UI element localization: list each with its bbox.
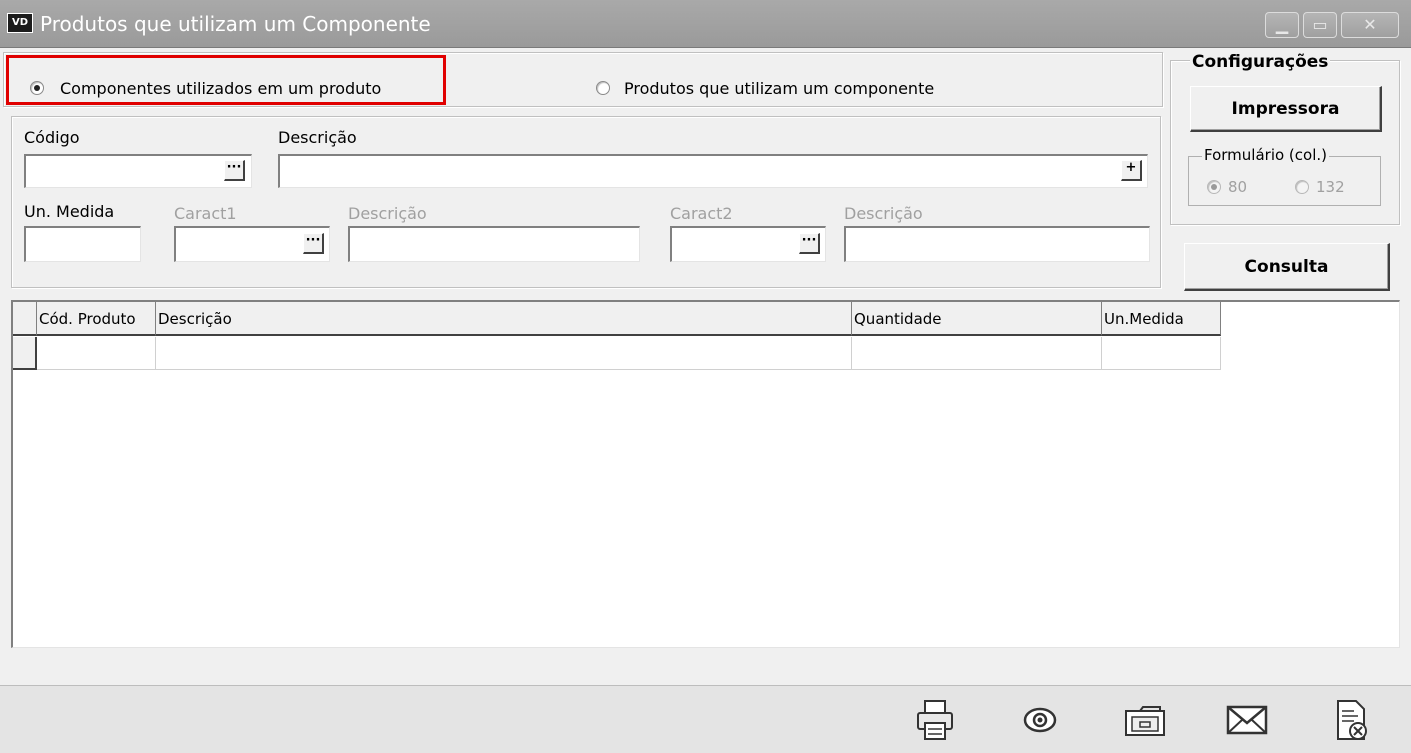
caract2-lookup-button[interactable]: ··· bbox=[799, 233, 820, 254]
caract1-lookup-button[interactable]: ··· bbox=[303, 233, 324, 254]
folder-icon bbox=[1125, 706, 1165, 736]
impressora-button-label: Impressora bbox=[1231, 99, 1340, 119]
consulta-button-label: Consulta bbox=[1244, 257, 1329, 277]
highlight-annotation bbox=[6, 55, 446, 105]
close-screen-button[interactable] bbox=[1326, 695, 1376, 745]
close-icon: ✕ bbox=[1363, 15, 1377, 34]
caract1-label: Caract1 bbox=[174, 204, 237, 223]
grid-header-cod-produto[interactable]: Cód. Produto bbox=[37, 302, 156, 336]
radio-produtos-que-utilizam[interactable] bbox=[596, 81, 610, 95]
codigo-label: Código bbox=[24, 128, 80, 147]
radio-132-label: 132 bbox=[1316, 178, 1345, 196]
caract2-label: Caract2 bbox=[670, 204, 733, 223]
un-medida-field[interactable] bbox=[24, 226, 141, 262]
radio-132-columns[interactable] bbox=[1295, 180, 1309, 194]
minimize-icon: ▁ bbox=[1275, 15, 1289, 34]
radio-80-columns[interactable] bbox=[1207, 180, 1221, 194]
grid-cell-quantidade[interactable] bbox=[852, 337, 1102, 370]
close-window-button[interactable]: ✕ bbox=[1341, 12, 1399, 38]
maximize-button[interactable]: ▭ bbox=[1303, 12, 1337, 38]
app-icon: VD bbox=[7, 13, 33, 33]
grid-header-quantidade[interactable]: Quantidade bbox=[852, 302, 1102, 336]
caract2-descricao-field[interactable] bbox=[844, 226, 1150, 262]
caract2-descricao-label: Descrição bbox=[844, 204, 923, 223]
preview-button[interactable] bbox=[1015, 695, 1065, 745]
window-title: Produtos que utilizam um Componente bbox=[40, 12, 431, 36]
printer-icon bbox=[917, 700, 953, 740]
radio-80-label: 80 bbox=[1228, 178, 1248, 196]
descricao-add-button[interactable]: + bbox=[1121, 160, 1142, 181]
radio-produtos-que-utilizam-label[interactable]: Produtos que utilizam um componente bbox=[624, 79, 934, 98]
un-medida-label: Un. Medida bbox=[24, 202, 115, 221]
close-document-icon bbox=[1337, 700, 1367, 740]
fields-group bbox=[11, 116, 1161, 288]
maximize-icon: ▭ bbox=[1312, 15, 1328, 34]
grid-cell-descricao[interactable] bbox=[156, 337, 852, 370]
grid-cell-cod-produto[interactable] bbox=[37, 337, 156, 370]
bottom-toolbar bbox=[0, 685, 1411, 753]
email-icon bbox=[1226, 705, 1268, 735]
codigo-lookup-button[interactable]: ··· bbox=[224, 160, 245, 181]
descricao-label: Descrição bbox=[278, 128, 357, 147]
preview-eye-icon bbox=[1023, 707, 1057, 733]
caract1-descricao-label: Descrição bbox=[348, 204, 427, 223]
grid-cell-un-medida[interactable] bbox=[1102, 337, 1221, 370]
impressora-button[interactable]: Impressora bbox=[1190, 86, 1382, 132]
results-grid[interactable]: Cód. Produto Descrição Quantidade Un.Med… bbox=[11, 300, 1400, 648]
email-button[interactable] bbox=[1222, 695, 1272, 745]
consulta-button[interactable]: Consulta bbox=[1184, 243, 1390, 291]
print-button[interactable] bbox=[910, 695, 960, 745]
archive-button[interactable] bbox=[1120, 695, 1170, 745]
grid-header-un-medida[interactable]: Un.Medida bbox=[1102, 302, 1221, 336]
minimize-button[interactable]: ▁ bbox=[1265, 12, 1299, 38]
configuracoes-title: Configurações bbox=[1190, 52, 1331, 72]
descricao-field[interactable] bbox=[278, 154, 1148, 188]
formulario-label: Formulário (col.) bbox=[1202, 146, 1329, 164]
caract1-descricao-field[interactable] bbox=[348, 226, 640, 262]
grid-row-indicator-header bbox=[13, 302, 37, 336]
grid-row-indicator[interactable] bbox=[13, 337, 37, 370]
grid-header-descricao[interactable]: Descrição bbox=[156, 302, 852, 336]
title-bar: VD Produtos que utilizam um Componente ▁… bbox=[0, 0, 1411, 48]
codigo-field[interactable] bbox=[24, 154, 252, 188]
